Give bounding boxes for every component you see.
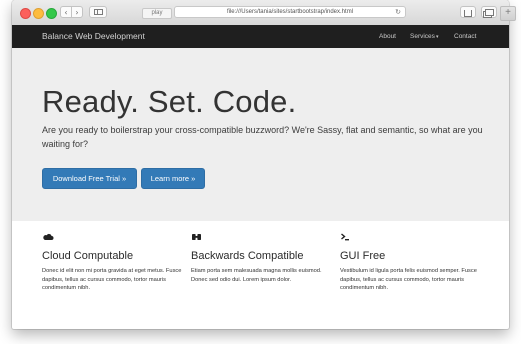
browser-toolbar: ‹ › play file:///Users/tania/sites/start… bbox=[12, 0, 509, 26]
feature-title: GUI Free bbox=[340, 250, 386, 262]
learn-more-button[interactable]: Learn more » bbox=[141, 168, 205, 189]
chevron-right-icon: › bbox=[75, 7, 79, 17]
address-bar[interactable]: file:///Users/tania/sites/startbootstrap… bbox=[174, 6, 406, 18]
forward-button[interactable]: › bbox=[71, 6, 83, 18]
browser-window: ‹ › play file:///Users/tania/sites/start… bbox=[12, 0, 509, 329]
download-free-trial-button[interactable]: Download Free Trial » bbox=[42, 168, 137, 189]
tab-label[interactable]: play bbox=[142, 8, 172, 19]
nav-link-contact[interactable]: Contact bbox=[454, 25, 476, 48]
jumbotron-title: Ready. Set. Code. bbox=[42, 84, 297, 119]
zoom-window-button[interactable] bbox=[46, 8, 57, 19]
caret-down-icon: ▾ bbox=[435, 34, 439, 40]
chevron-left-icon: ‹ bbox=[64, 7, 68, 17]
share-button[interactable] bbox=[460, 6, 476, 18]
binoculars-icon bbox=[192, 234, 201, 240]
feature-title: Cloud Computable bbox=[42, 250, 134, 262]
show-tabs-button[interactable] bbox=[481, 6, 497, 18]
feature-title: Backwards Compatible bbox=[191, 250, 304, 262]
feature-text: Etiam porta sem malesuada magna mollis e… bbox=[191, 268, 322, 283]
nav-link-services[interactable]: Services▾ bbox=[410, 25, 438, 49]
navbar-brand[interactable]: Balance Web Development bbox=[42, 25, 145, 48]
address-url: file:///Users/tania/sites/startbootstrap… bbox=[226, 9, 354, 15]
tabs-icon bbox=[484, 8, 494, 16]
terminal-icon bbox=[341, 233, 349, 241]
cloud-icon bbox=[43, 233, 54, 240]
jumbotron: Ready. Set. Code. Are you ready to boile… bbox=[12, 48, 509, 221]
close-window-button[interactable] bbox=[20, 8, 31, 19]
feature-text: Vestibulum id ligula porta felis euismod… bbox=[340, 268, 477, 292]
jumbotron-text: Are you ready to boilerstrap your cross-… bbox=[42, 125, 483, 149]
feature-text: Donec id elit non mi porta gravida at eg… bbox=[42, 268, 182, 292]
nav-services-label: Services bbox=[410, 33, 435, 40]
reload-icon[interactable]: ↻ bbox=[395, 7, 401, 18]
sidebar-toggle-button[interactable] bbox=[89, 6, 107, 18]
nav-link-about[interactable]: About bbox=[379, 25, 396, 48]
sidebar-icon bbox=[93, 9, 103, 15]
share-icon bbox=[464, 9, 472, 17]
site-navbar: Balance Web Development About Services▾ … bbox=[12, 25, 509, 48]
new-tab-button[interactable]: + bbox=[500, 6, 516, 21]
minimize-window-button[interactable] bbox=[33, 8, 44, 19]
